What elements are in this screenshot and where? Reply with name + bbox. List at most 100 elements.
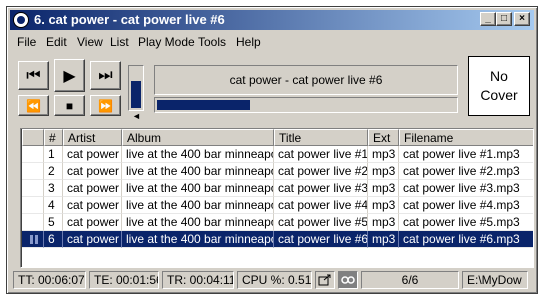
cover-art: No Cover: [468, 56, 530, 116]
playlist-header: # Artist Album Title Ext Filename: [22, 129, 533, 146]
row-indicator: [22, 214, 44, 231]
repeat-icon[interactable]: [338, 271, 358, 289]
window-title: 6. cat power - cat power live #6: [34, 12, 225, 27]
track-artist: cat power: [63, 197, 122, 214]
playlist-table[interactable]: # Artist Album Title Ext Filename 1 cat p…: [20, 128, 534, 268]
track-ext: mp3: [368, 231, 399, 248]
cover-line-2: Cover: [480, 87, 518, 103]
track-filename: cat power live #4.mp3: [399, 197, 533, 214]
menu-edit[interactable]: Edit: [46, 35, 67, 49]
menu-view[interactable]: View: [77, 35, 103, 49]
track-artist: cat power: [63, 214, 122, 231]
menu-play-mode[interactable]: Play Mode: [138, 35, 195, 49]
track-number: 6: [44, 231, 63, 248]
table-row[interactable]: 3 cat power live at the 400 bar minneapoli…: [22, 180, 533, 197]
track-title: cat power live #2: [274, 163, 368, 180]
header-ext[interactable]: Ext: [368, 129, 399, 146]
track-album: live at the 400 bar minneapoli: [122, 214, 274, 231]
row-indicator: [22, 146, 44, 163]
track-number: 3: [44, 180, 63, 197]
track-ext: mp3: [368, 163, 399, 180]
track-title: cat power live #3: [274, 180, 368, 197]
stop-button[interactable]: ■: [54, 95, 85, 116]
volume-level: [131, 81, 141, 108]
track-number: 5: [44, 214, 63, 231]
menu-file[interactable]: File: [17, 35, 36, 49]
time-elapsed: TE: 00:01:56: [89, 271, 159, 289]
track-artist: cat power: [63, 146, 122, 163]
table-row[interactable]: 4 cat power live at the 400 bar minneapoli…: [22, 197, 533, 214]
stop-icon: ■: [65, 98, 74, 113]
previous-icon: ⏮: [26, 66, 41, 84]
play-button[interactable]: ▶: [54, 59, 85, 92]
cpu-usage: CPU %: 0.51: [237, 271, 312, 289]
track-number: 2: [44, 163, 63, 180]
rewind-button[interactable]: ⏪: [18, 95, 49, 116]
track-album: live at the 400 bar minneapoli: [122, 231, 274, 248]
seek-bar[interactable]: [154, 97, 458, 113]
track-album: live at the 400 bar minneapoli: [122, 146, 274, 163]
previous-button[interactable]: ⏮: [18, 61, 49, 90]
table-row[interactable]: 2 cat power live at the 400 bar minneapoli…: [22, 163, 533, 180]
track-artist: cat power: [63, 231, 122, 248]
track-filename: cat power live #6.mp3: [399, 231, 533, 248]
track-filename: cat power live #1.mp3: [399, 146, 533, 163]
status-bar: TT: 00:06:07 TE: 00:01:56 TR: 00:04:11 C…: [10, 269, 534, 291]
track-title: cat power live #4: [274, 197, 368, 214]
now-playing-icon: [30, 235, 39, 244]
track-title: cat power live #5: [274, 214, 368, 231]
menu-list[interactable]: List: [110, 35, 129, 49]
header-number[interactable]: #: [44, 129, 63, 146]
track-number: 4: [44, 197, 63, 214]
header-title[interactable]: Title: [274, 129, 368, 146]
volume-slider[interactable]: [128, 65, 144, 111]
fast-forward-button[interactable]: ⏩: [90, 95, 121, 116]
track-album: live at the 400 bar minneapoli: [122, 180, 274, 197]
header-filename[interactable]: Filename: [399, 129, 533, 146]
table-row[interactable]: 5 cat power live at the 400 bar minneapoli…: [22, 214, 533, 231]
track-ext: mp3: [368, 146, 399, 163]
header-artist[interactable]: Artist: [63, 129, 122, 146]
time-remaining: TR: 00:04:11: [162, 271, 234, 289]
track-artist: cat power: [63, 180, 122, 197]
menu-help[interactable]: Help: [236, 35, 261, 49]
maximize-button[interactable]: □: [496, 12, 512, 26]
title-bar[interactable]: 6. cat power - cat power live #6 _ □ ×: [10, 10, 534, 30]
menu-bar: File Edit View List Play Mode Tools Help: [10, 33, 534, 51]
track-ext: mp3: [368, 214, 399, 231]
row-indicator: [22, 231, 44, 248]
track-ext: mp3: [368, 197, 399, 214]
row-indicator: [22, 163, 44, 180]
total-time: TT: 00:06:07: [13, 271, 86, 289]
track-title: cat power live #1: [274, 146, 368, 163]
close-button[interactable]: ×: [514, 12, 530, 26]
table-row[interactable]: 1 cat power live at the 400 bar minneapoli…: [22, 146, 533, 163]
track-filename: cat power live #3.mp3: [399, 180, 533, 197]
now-playing-display: cat power - cat power live #6: [154, 65, 458, 95]
table-row[interactable]: 6 cat power live at the 400 bar minneapoli…: [22, 231, 533, 248]
row-indicator: [22, 180, 44, 197]
next-icon: ⏭: [98, 66, 113, 84]
track-filename: cat power live #2.mp3: [399, 163, 533, 180]
track-title: cat power live #6: [274, 231, 368, 248]
header-indicator[interactable]: [22, 129, 44, 146]
rewind-icon: ⏪: [26, 98, 41, 113]
fast-forward-icon: ⏩: [98, 98, 113, 113]
track-count: 6/6: [361, 271, 459, 289]
app-icon[interactable]: [13, 12, 29, 28]
export-icon[interactable]: [315, 271, 335, 289]
track-number: 1: [44, 146, 63, 163]
volume-arrow-icon: ◄: [132, 111, 141, 121]
track-album: live at the 400 bar minneapoli: [122, 197, 274, 214]
next-button[interactable]: ⏭: [90, 61, 121, 90]
header-album[interactable]: Album: [122, 129, 274, 146]
cover-line-1: No: [490, 68, 508, 84]
play-icon: ▶: [63, 67, 76, 85]
seek-progress: [157, 100, 250, 110]
track-filename: cat power live #5.mp3: [399, 214, 533, 231]
app-window: 6. cat power - cat power live #6 _ □ × F…: [6, 6, 538, 294]
track-artist: cat power: [63, 163, 122, 180]
menu-tools[interactable]: Tools: [198, 35, 226, 49]
row-indicator: [22, 197, 44, 214]
minimize-button[interactable]: _: [480, 12, 496, 26]
